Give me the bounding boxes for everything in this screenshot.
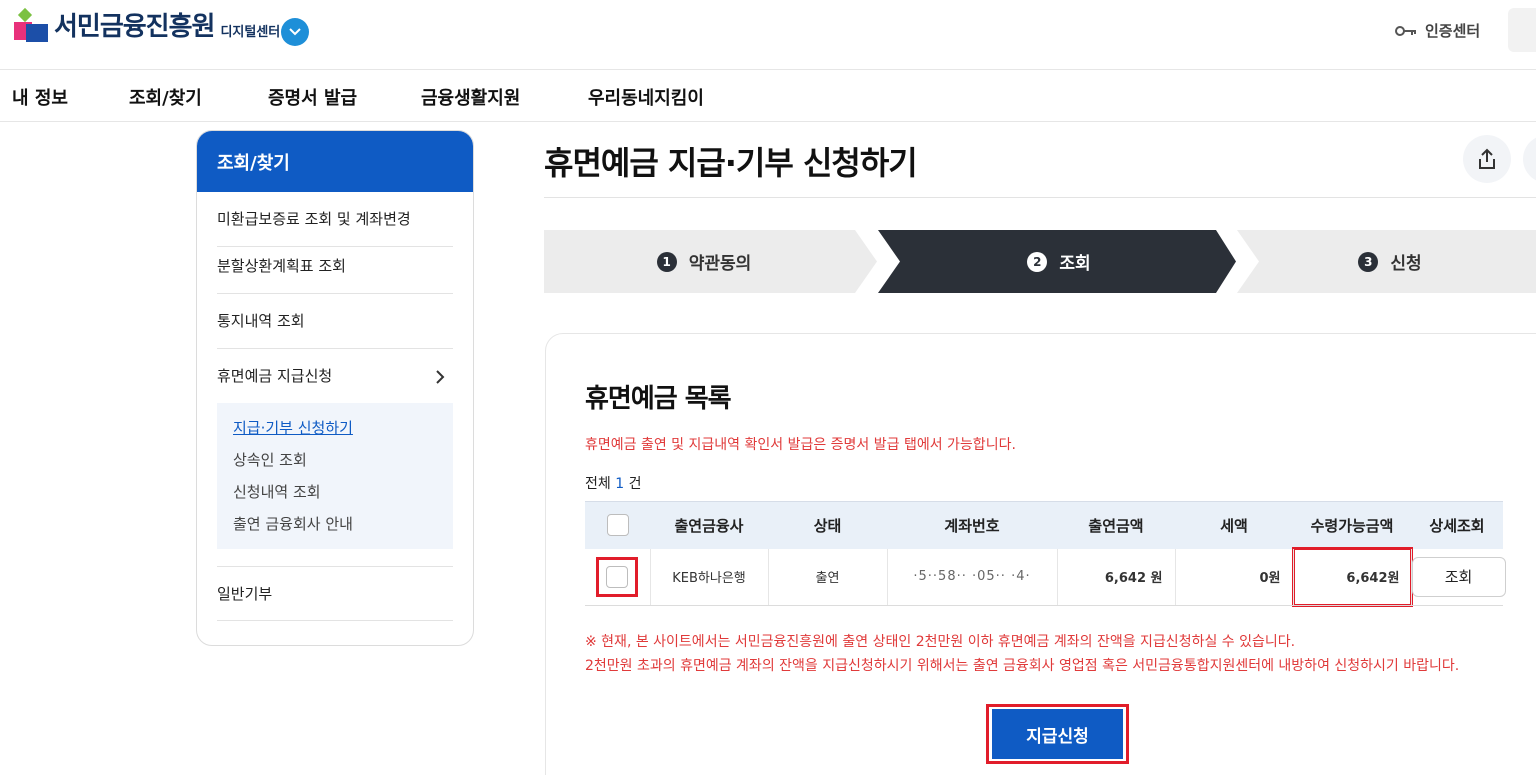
step-number: 2: [1027, 251, 1048, 272]
receivable-highlight: 6,642원: [1291, 546, 1413, 607]
table-row: KEB하나은행 출연 ·5··58·· ·05·· ·4· 6,642 원 0원…: [585, 546, 1506, 607]
submenu-company-guide[interactable]: 출연 금융회사 안내: [233, 511, 437, 543]
eligibility-notice-line1: ※ 현재, 본 사이트에서는 서민금융진흥원에 출연 상태인 2천만원 이하 휴…: [585, 634, 1296, 650]
gnb-finance-support[interactable]: 금융생활지원: [421, 84, 520, 110]
sidebar-submenu: 지급·기부 신청하기 상속인 조회 신청내역 조회 출연 금융회사 안내: [217, 403, 453, 549]
row-select-cell: [585, 548, 650, 606]
print-button[interactable]: [1523, 135, 1536, 183]
step-terms: 1 약관동의: [544, 230, 864, 293]
header-menu-button[interactable]: [1508, 8, 1536, 52]
title-divider: [544, 197, 1536, 198]
cell-bank: KEB하나은행: [649, 548, 768, 606]
step-label: 조회: [1059, 254, 1091, 274]
cell-status: 출연: [767, 548, 887, 606]
sidebar-item-dormant-label: 휴면예금 지급신청: [217, 367, 333, 385]
col-tax: 세액: [1175, 501, 1293, 549]
list-notice: 휴면예금 출연 및 지급내역 확인서 발급은 증명서 발급 탭에서 가능합니다.: [585, 437, 1016, 453]
list-title: 휴면예금 목록: [585, 384, 732, 414]
row-checkbox[interactable]: [606, 565, 629, 588]
select-all-checkbox[interactable]: [606, 514, 629, 537]
page-title: 휴면예금 지급·기부 신청하기: [544, 144, 918, 182]
detail-button[interactable]: 조회: [1411, 556, 1506, 597]
select-all-cell: [585, 501, 650, 549]
col-status: 상태: [768, 501, 887, 549]
submit-highlight: 지급신청: [986, 704, 1129, 764]
logo-mark-icon: [14, 7, 50, 44]
step-label: 신청: [1390, 254, 1422, 274]
logo-text: 서민금융진흥원: [54, 12, 215, 42]
col-detail: 상세조회: [1411, 501, 1503, 549]
cell-detail: 조회: [1410, 548, 1506, 606]
share-icon: [1479, 148, 1495, 169]
site-logo[interactable]: 서민금융진흥원 디지털센터: [14, 7, 281, 44]
col-account: 계좌번호: [887, 501, 1057, 549]
col-receivable: 수령가능금액: [1293, 501, 1411, 549]
apply-payment-button[interactable]: 지급신청: [992, 709, 1123, 759]
site-header: 서민금융진흥원 디지털센터 인증센터: [0, 0, 1536, 70]
table-header-row: 출연금융사 상태 계좌번호 출연금액 세액 수령가능금액 상세조회: [585, 501, 1503, 549]
cert-center-label: 인증센터: [1425, 22, 1481, 40]
cell-tax: 0원: [1174, 548, 1293, 606]
share-button[interactable]: [1463, 135, 1511, 183]
step-number: 1: [656, 251, 677, 272]
gnb-neighborhood[interactable]: 우리동네지킴이: [588, 84, 704, 110]
submenu-heir[interactable]: 상속인 조회: [233, 447, 437, 479]
side-navigation: 조회/찾기 미환급보증료 조회 및 계좌변경 분할상환계획표 조회 통지내역 조…: [196, 130, 474, 646]
submenu-apply[interactable]: 지급·기부 신청하기: [233, 415, 437, 447]
sidebar-item-notice-history[interactable]: 통지내역 조회: [217, 294, 453, 349]
gnb-certificate[interactable]: 증명서 발급: [268, 84, 357, 110]
sidebar-item-dormant[interactable]: 휴면예금 지급신청: [217, 349, 453, 404]
sidebar-title: 조회/찾기: [197, 131, 473, 192]
row-checkbox-highlight: [596, 556, 639, 597]
sidebar-item-donation[interactable]: 일반기부: [217, 566, 453, 621]
total-count: 전체 1 건: [585, 476, 642, 492]
step-number: 3: [1358, 251, 1379, 272]
key-icon: [1395, 25, 1416, 36]
gnb-my-info[interactable]: 내 정보: [12, 84, 68, 110]
eligibility-notice-line2: 2천만원 초과의 휴면예금 계좌의 잔액을 지급신청하시기 위해서는 출연 금융…: [585, 658, 1460, 674]
chevron-down-icon[interactable]: [281, 18, 309, 46]
gnb-search[interactable]: 조회/찾기: [129, 84, 202, 110]
step-indicator: 1 약관동의 2 조회 3 신청: [544, 230, 1536, 293]
step-label: 약관동의: [688, 254, 752, 274]
cert-center-link[interactable]: 인증센터: [1395, 20, 1480, 41]
cell-amount: 6,642 원: [1056, 548, 1175, 606]
step-search: 2 조회: [894, 230, 1224, 293]
sidebar-item-repayment-plan[interactable]: 분할상환계획표 조회: [217, 239, 453, 294]
submenu-history[interactable]: 신청내역 조회: [233, 479, 437, 511]
cell-receivable: 6,642원: [1291, 546, 1413, 607]
logo-subtitle: 디지털센터: [220, 25, 281, 40]
step-apply: 3 신청: [1244, 230, 1536, 293]
dormant-table: 출연금융사 상태 계좌번호 출연금액 세액 수령가능금액 상세조회 KEB하나은…: [585, 501, 1506, 607]
col-bank: 출연금융사: [650, 501, 768, 549]
cell-account: ·5··58·· ·05·· ·4·: [886, 548, 1057, 606]
chevron-right-icon: [435, 349, 445, 404]
col-amount: 출연금액: [1057, 501, 1175, 549]
eligibility-notice: ※ 현재, 본 사이트에서는 서민금융진흥원에 출연 상태인 2천만원 이하 휴…: [585, 630, 1459, 678]
main-navigation: 내 정보 조회/찾기 증명서 발급 금융생활지원 우리동네지킴이: [0, 70, 1536, 122]
